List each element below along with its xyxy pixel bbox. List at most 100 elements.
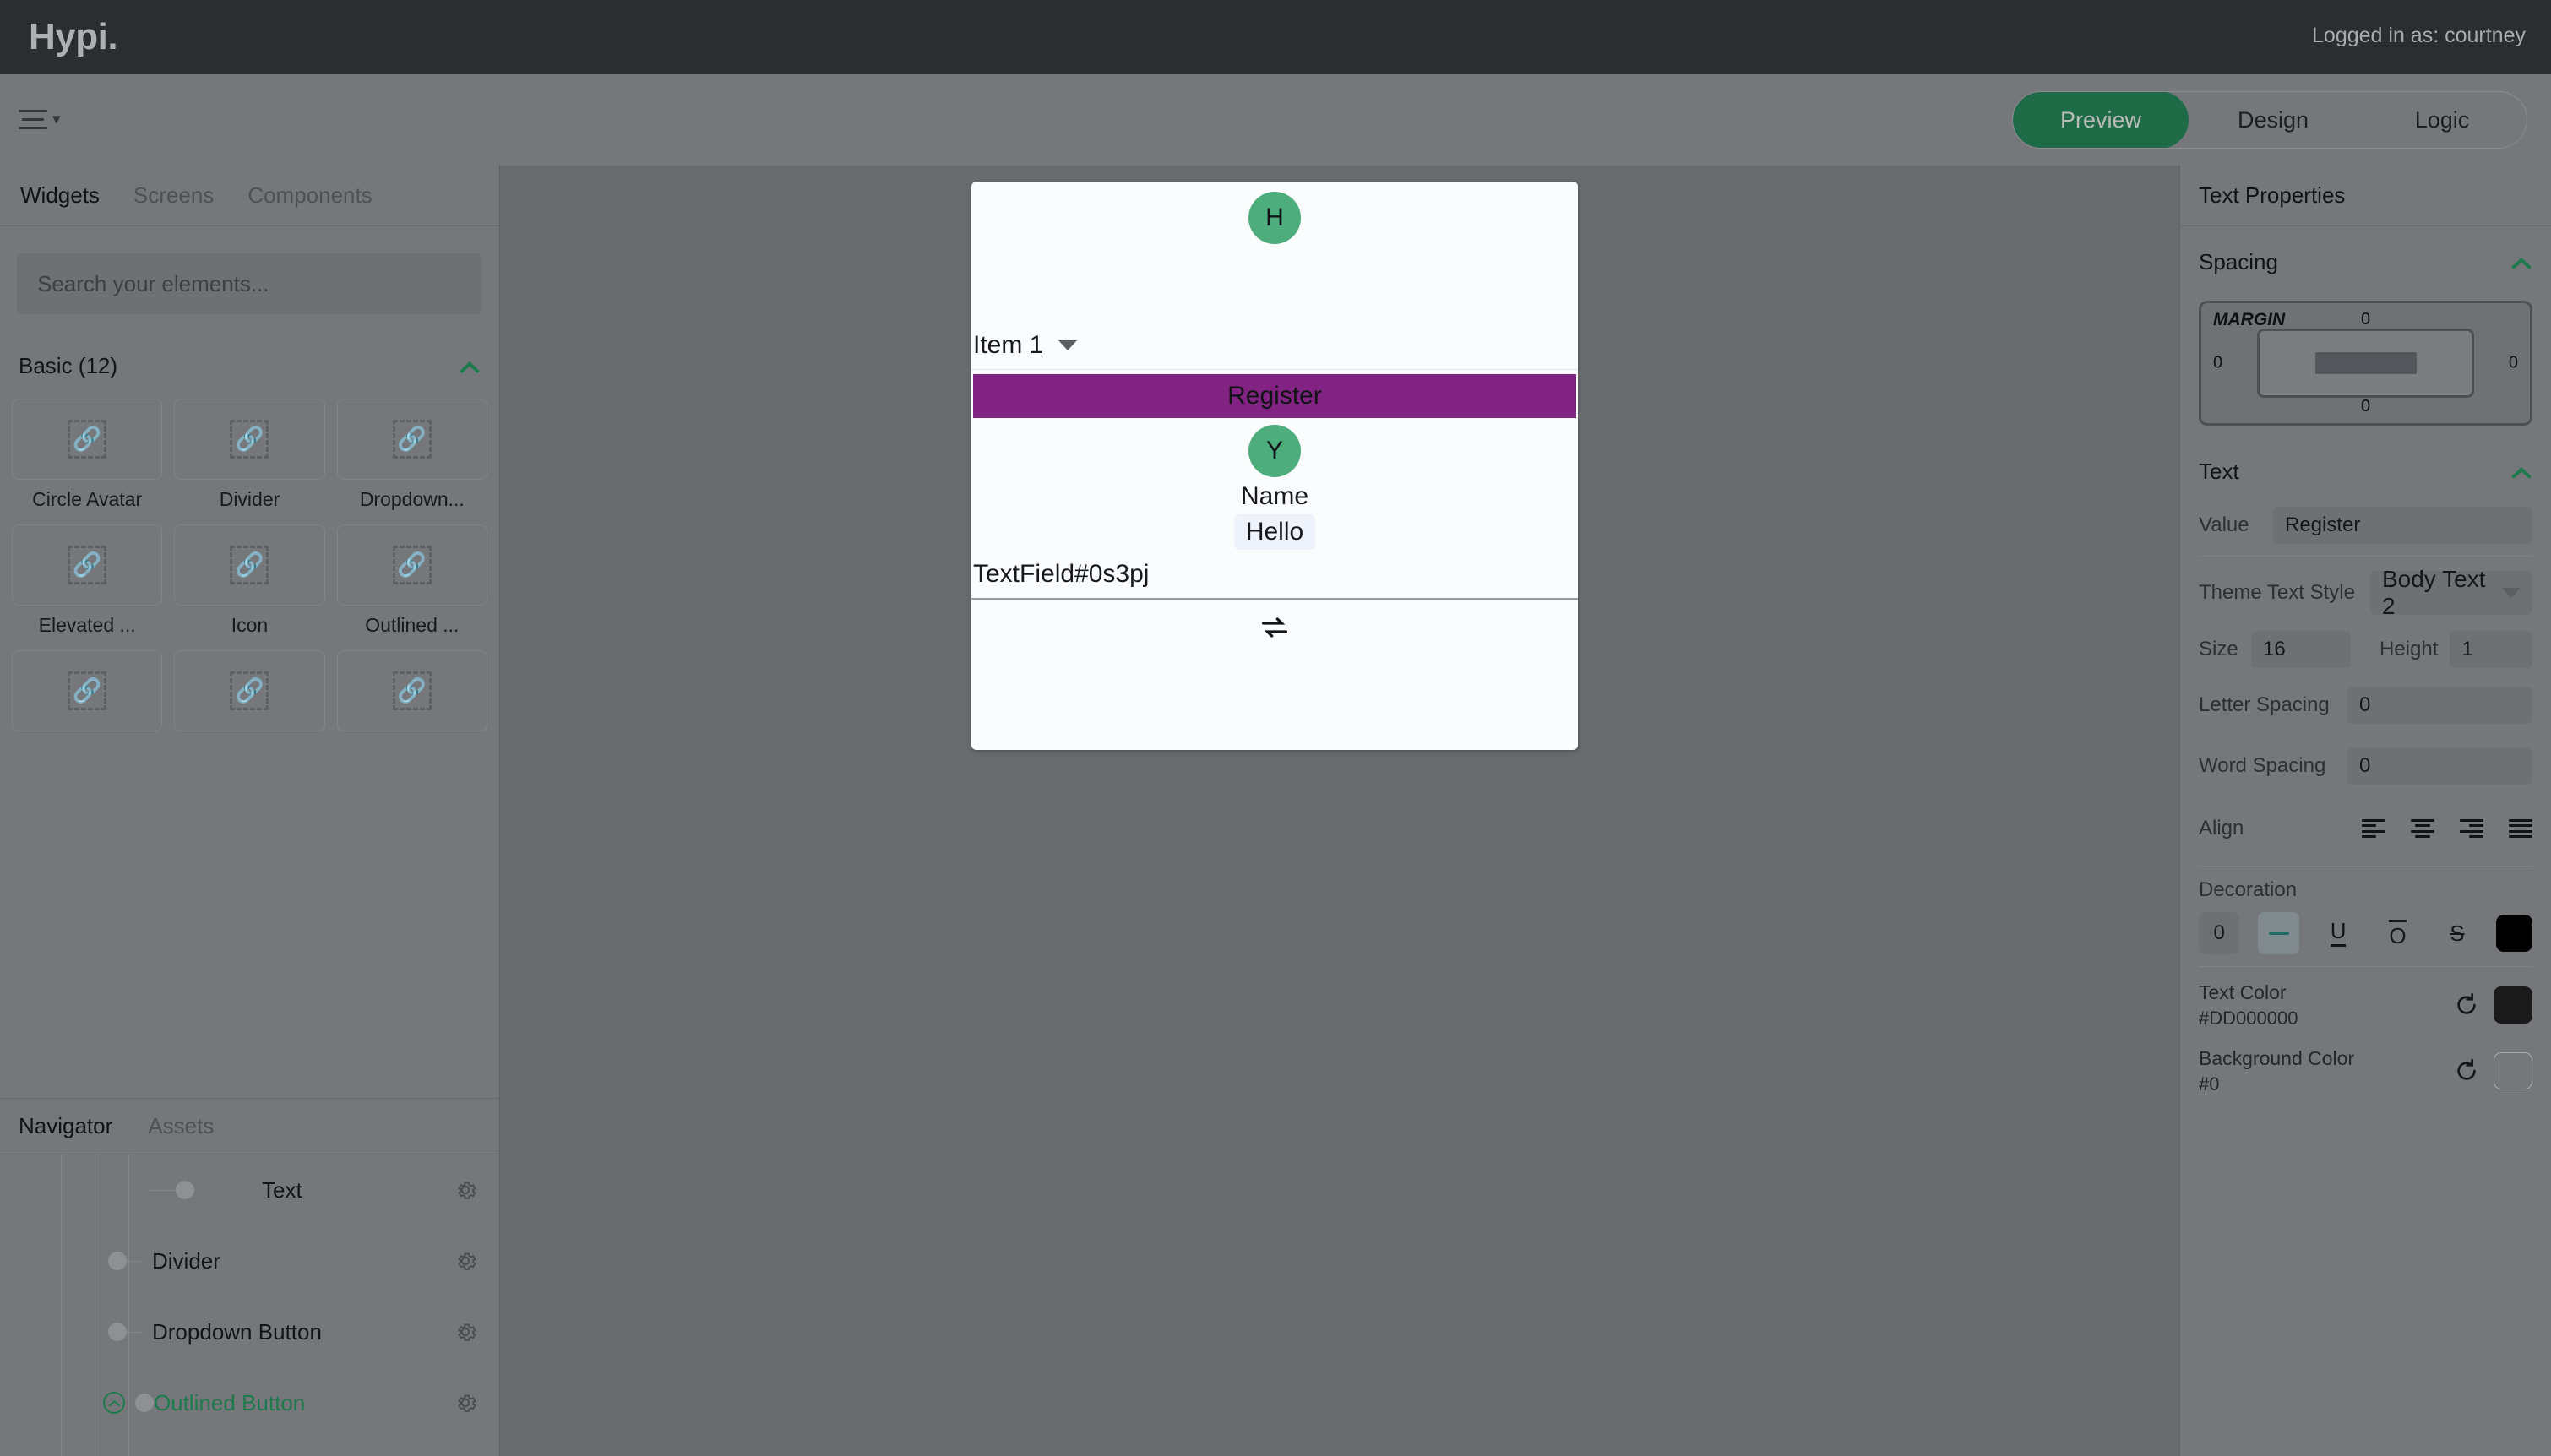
align-center-icon[interactable]: [2411, 819, 2434, 838]
widget-card[interactable]: 🔗 Outlined ...: [336, 524, 487, 645]
node-dot: [135, 1394, 154, 1412]
navigator-tabs: Navigator Assets: [0, 1099, 500, 1154]
tab-logic[interactable]: Logic: [2358, 92, 2527, 148]
padding-box: [2257, 329, 2474, 398]
device-preview[interactable]: H Item 1 Register Y Name Hello TextField…: [971, 182, 1578, 750]
chevron-up-icon[interactable]: [459, 360, 481, 372]
strikethrough-icon[interactable]: S: [2437, 912, 2478, 954]
chevron-up-icon[interactable]: [2510, 256, 2532, 268]
widget-thumb[interactable]: 🔗: [336, 399, 487, 480]
divider: [2199, 866, 2532, 867]
broken-image-icon: 🔗: [68, 420, 107, 459]
node-dot: [108, 1323, 127, 1341]
search-box[interactable]: [17, 253, 482, 314]
tab-design[interactable]: Design: [2189, 92, 2358, 148]
left-panel-tabs: Widgets Screens Components: [0, 166, 499, 226]
broken-image-icon: 🔗: [230, 546, 269, 584]
margin-bottom-value[interactable]: 0: [2361, 397, 2370, 416]
gear-icon[interactable]: [453, 1177, 478, 1203]
widget-thumb[interactable]: 🔗: [174, 650, 325, 731]
gear-icon[interactable]: [453, 1248, 478, 1274]
hello-chip[interactable]: Hello: [1233, 514, 1316, 550]
margin-right-value[interactable]: 0: [2509, 354, 2518, 373]
background-color-swatch[interactable]: [2494, 1052, 2532, 1089]
circle-avatar-mid[interactable]: Y: [971, 425, 1578, 477]
text-color-value: #DD000000: [2199, 1007, 2298, 1029]
widget-card[interactable]: 🔗: [174, 650, 325, 748]
hamburger-menu-icon[interactable]: ▾: [19, 110, 61, 129]
align-options: [2362, 819, 2532, 838]
size-input[interactable]: 16: [2251, 631, 2351, 668]
letter-spacing-input[interactable]: 0: [2347, 687, 2532, 724]
reset-icon[interactable]: [2453, 991, 2480, 1019]
widget-thumb[interactable]: 🔗: [12, 524, 163, 606]
tree-node[interactable]: Dropdown Button: [0, 1296, 500, 1367]
widget-card[interactable]: 🔗 Circle Avatar: [12, 399, 163, 519]
dropdown-value: Item 1: [973, 330, 1044, 359]
decoration-options: 0 U O S: [2199, 912, 2533, 954]
height-input[interactable]: 1: [2450, 631, 2532, 668]
tab-navigator[interactable]: Navigator: [19, 1113, 112, 1139]
reset-icon[interactable]: [2453, 1057, 2480, 1084]
widget-label: Circle Avatar: [32, 488, 143, 510]
navigator-tree[interactable]: Text Divider Dropdown Button Outlined Bu…: [0, 1154, 500, 1456]
word-spacing-input[interactable]: 0: [2347, 747, 2532, 785]
textfield-label[interactable]: TextField#0s3pj: [973, 560, 1149, 589]
tree-node-label: Dropdown Button: [152, 1318, 322, 1345]
refresh-sync-icon[interactable]: [1258, 611, 1292, 644]
chevron-up-icon[interactable]: [2510, 465, 2532, 477]
spacing-section-header[interactable]: Spacing: [2199, 245, 2532, 279]
circle-avatar-top[interactable]: H: [971, 182, 1578, 335]
margin-top-value[interactable]: 0: [2361, 310, 2370, 329]
widget-thumb[interactable]: 🔗: [336, 650, 487, 731]
align-justify-icon[interactable]: [2509, 819, 2532, 838]
tree-node[interactable]: Outlined Button: [0, 1367, 500, 1438]
widget-card[interactable]: 🔗 Dropdown...: [336, 399, 487, 519]
decoration-thickness-input[interactable]: 0: [2199, 912, 2240, 954]
widget-card[interactable]: 🔗: [12, 650, 163, 748]
overline-icon[interactable]: O: [2377, 912, 2418, 954]
broken-image-icon: 🔗: [392, 546, 432, 584]
align-right-icon[interactable]: [2460, 819, 2483, 838]
tab-assets[interactable]: Assets: [148, 1113, 214, 1139]
tree-node[interactable]: Text: [0, 1154, 500, 1225]
widget-card[interactable]: 🔗 Icon: [174, 524, 325, 645]
canvas-area[interactable]: H Item 1 Register Y Name Hello TextField…: [500, 166, 2179, 1456]
dropdown-button[interactable]: Item 1: [971, 321, 1578, 370]
widget-thumb[interactable]: 🔗: [174, 524, 325, 606]
value-input[interactable]: Register: [2273, 507, 2532, 544]
tab-preview[interactable]: Preview: [2013, 92, 2189, 148]
search-input[interactable]: [37, 270, 462, 297]
margin-left-value[interactable]: 0: [2213, 354, 2222, 373]
section-basic-header[interactable]: Basic (12): [19, 346, 481, 385]
decoration-color-swatch[interactable]: [2496, 915, 2533, 952]
text-color-swatch[interactable]: [2494, 986, 2532, 1024]
decoration-label-row: Decoration: [2199, 872, 2532, 909]
collapse-node-icon[interactable]: [103, 1392, 125, 1414]
widget-thumb[interactable]: 🔗: [12, 399, 163, 480]
tab-screens[interactable]: Screens: [133, 182, 214, 209]
tree-node-label: Outlined Button: [154, 1389, 306, 1415]
gear-icon[interactable]: [453, 1319, 478, 1345]
widget-card[interactable]: 🔗 Elevated ...: [12, 524, 163, 645]
widget-thumb[interactable]: 🔗: [174, 399, 325, 480]
tree-node[interactable]: Padding: [0, 1438, 500, 1456]
tree-node[interactable]: Divider: [0, 1225, 500, 1296]
margin-box[interactable]: MARGIN 0 0 0 0: [2199, 301, 2532, 426]
tab-components[interactable]: Components: [247, 182, 372, 209]
align-left-icon[interactable]: [2362, 819, 2385, 838]
widget-card[interactable]: 🔗: [336, 650, 487, 748]
widget-label: Divider: [219, 488, 280, 510]
widget-thumb[interactable]: 🔗: [336, 524, 487, 606]
text-section-header[interactable]: Text: [2199, 454, 2532, 488]
register-button[interactable]: Register: [973, 374, 1576, 418]
tab-widgets[interactable]: Widgets: [20, 182, 100, 209]
gear-icon[interactable]: [453, 1390, 478, 1415]
tree-node-label: Text: [262, 1176, 302, 1203]
theme-style-select[interactable]: Body Text 2: [2369, 566, 2532, 619]
none-dash-icon[interactable]: [2258, 912, 2299, 954]
underline-icon[interactable]: U: [2318, 912, 2358, 954]
theme-style-label: Theme Text Style: [2199, 581, 2355, 604]
widget-thumb[interactable]: 🔗: [12, 650, 163, 731]
widget-card[interactable]: 🔗 Divider: [174, 399, 325, 519]
